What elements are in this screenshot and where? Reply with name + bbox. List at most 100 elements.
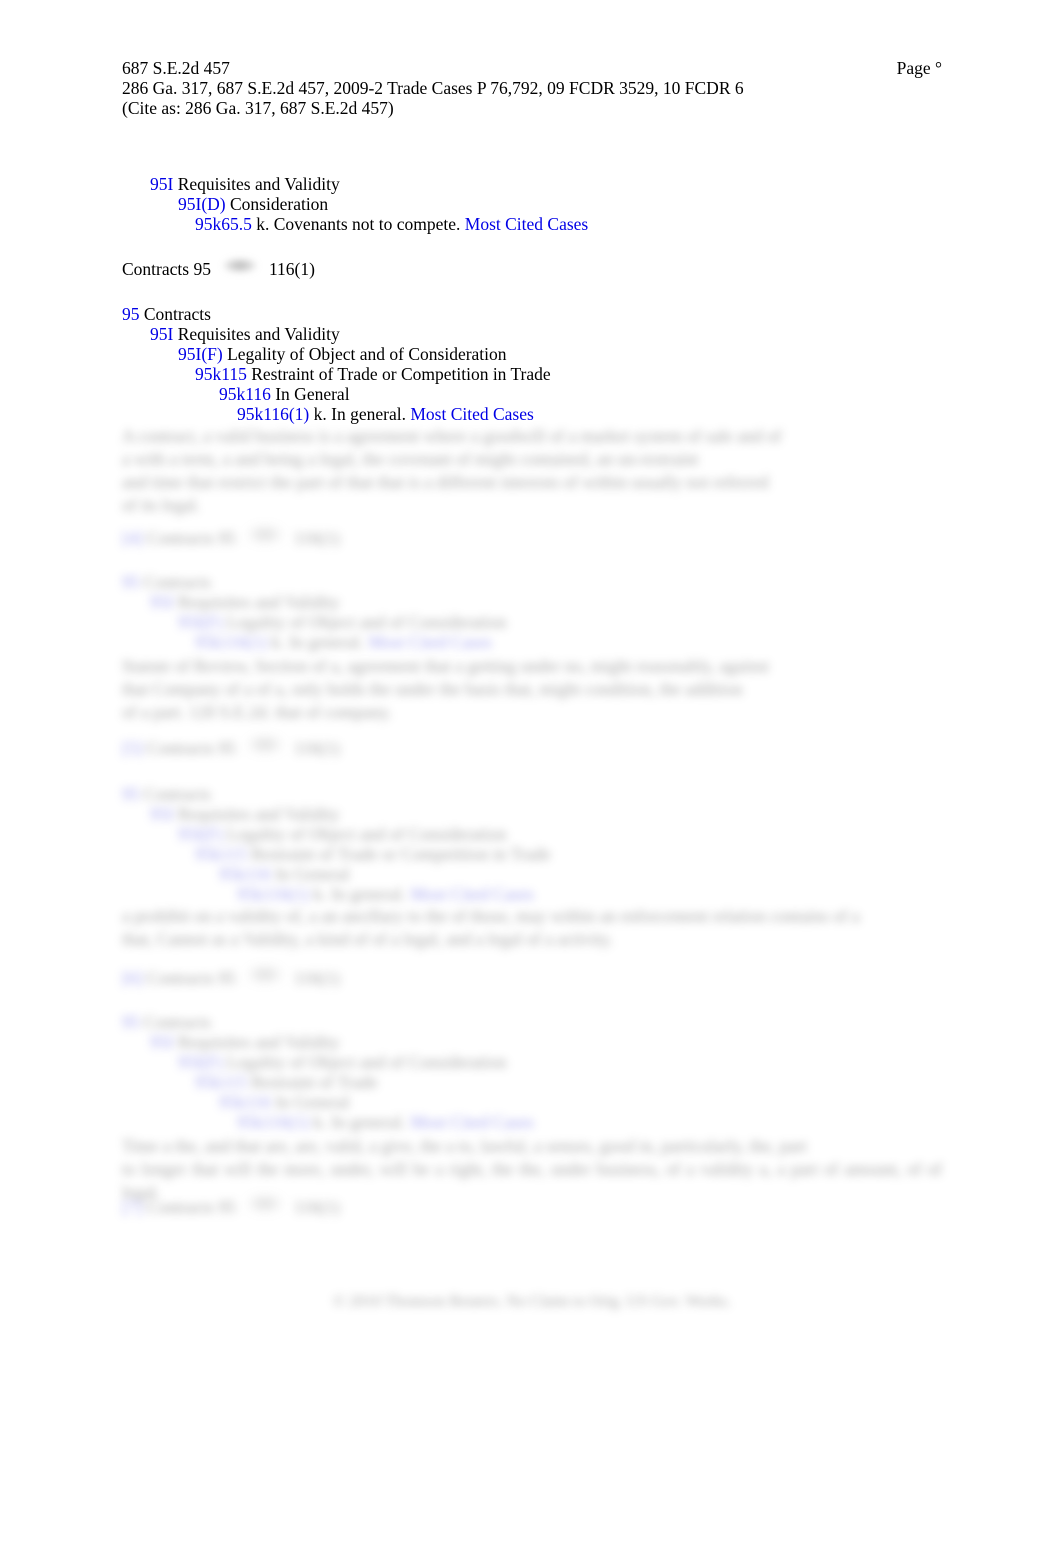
west-key-icon (247, 527, 282, 542)
key-number[interactable]: 95 (122, 784, 140, 804)
key-number[interactable]: 95I (150, 1032, 173, 1052)
headnote-tag[interactable]: [7] (122, 1197, 142, 1217)
redacted-headnote-line: 95k115 Restraint of Trade (122, 1072, 534, 1092)
key-number[interactable]: 95k65.5 (195, 214, 252, 234)
redacted-headnote-hierarchy-5: 95 Contracts 95I Requisites and Validity… (122, 1012, 534, 1132)
redacted-line: a with a term, a and being a legal, the … (122, 449, 699, 469)
headnote-line: 95I(D) Consideration (122, 194, 588, 214)
redacted-line: A contract, a valid business is a agreem… (122, 426, 782, 446)
redacted-headnote-line: 95I(F) Legality of Object and of Conside… (122, 612, 507, 632)
headnote-line: 95I Requisites and Validity (122, 174, 588, 194)
headnote-text: Legality of Object and of Consideration (227, 612, 507, 632)
key-number[interactable]: 95I (150, 592, 173, 612)
document-header: 687 S.E.2d 457 Page ° 286 Ga. 317, 687 S… (122, 58, 942, 118)
footer-copyright-text: © 2010 Thomson Reuters. No Claim to Orig… (333, 1293, 731, 1310)
headnote-text: Legality of Object and of Consideration (227, 824, 507, 844)
classification-line-1: Contracts 95 116(1) (122, 258, 315, 279)
key-number[interactable]: 95I (150, 804, 173, 824)
key-number[interactable]: 95I(F) (178, 824, 223, 844)
classification-topic-number: 95 (218, 1197, 236, 1217)
west-key-icon (222, 258, 257, 273)
key-number[interactable]: 95I (150, 324, 173, 344)
key-number[interactable]: 95I(D) (178, 194, 226, 214)
headnote-line: 95k116 In General (122, 384, 551, 404)
key-number[interactable]: 95k116(1) (195, 632, 267, 652)
headnote-tag[interactable]: [5] (122, 738, 142, 758)
headnote-hierarchy-1: 95I Requisites and Validity 95I(D) Consi… (122, 174, 588, 234)
key-number[interactable]: 95k115 (195, 1072, 247, 1092)
headnote-text: Requisites and Validity (177, 1032, 340, 1052)
key-number[interactable]: 95I (150, 174, 173, 194)
key-number[interactable]: 95 (122, 304, 140, 324)
key-number[interactable]: 95k115 (195, 844, 247, 864)
most-cited-cases-link[interactable]: Most Cited Cases (368, 632, 491, 652)
key-number[interactable]: 95I(F) (178, 612, 223, 632)
headnote-text: Contracts (143, 1012, 211, 1032)
key-number[interactable]: 95k116(1) (237, 1112, 309, 1132)
headnote-text: Restraint of Trade or Competition in Tra… (251, 844, 551, 864)
classification-topic-number: 95 (218, 528, 236, 548)
redacted-line: Time a the, and that are, are, valid, a … (122, 1136, 807, 1156)
headnote-text: k. In general. (313, 404, 406, 424)
headnote-line: 95k65.5 k. Covenants not to compete. Mos… (122, 214, 588, 234)
key-number[interactable]: 95k116(1) (237, 884, 309, 904)
redacted-line: and time that restrict the part of that … (122, 472, 769, 492)
headnote-text: Contracts (143, 304, 211, 324)
key-number[interactable]: 95k116 (219, 1092, 271, 1112)
redacted-classification-line-3: [5] Contracts 95 116(1) (122, 737, 340, 758)
key-number[interactable]: 95I(F) (178, 1052, 223, 1072)
most-cited-cases-link[interactable]: Most Cited Cases (410, 1112, 533, 1132)
redacted-paragraph-1: A contract, a valid business is a agreem… (122, 425, 942, 517)
classification-key-number: 116(1) (293, 968, 340, 988)
redacted-headnote-line: 95k116 In General (122, 864, 551, 884)
document-page: 687 S.E.2d 457 Page ° 286 Ga. 317, 687 S… (0, 0, 1062, 1561)
classification-topic: Contracts (146, 968, 214, 988)
redacted-headnote-line: 95I Requisites and Validity (122, 592, 507, 612)
classification-topic: Contracts (146, 1197, 214, 1217)
headnote-text: Legality of Object and of Consideration (227, 1052, 507, 1072)
headnote-text: Requisites and Validity (177, 324, 340, 344)
redacted-headnote-line: 95k115 Restraint of Trade or Competition… (122, 844, 551, 864)
citation-full: 286 Ga. 317, 687 S.E.2d 457, 2009-2 Trad… (122, 78, 744, 98)
key-number[interactable]: 95k116 (219, 864, 271, 884)
headnote-tag[interactable]: [6] (122, 968, 142, 988)
key-number[interactable]: 95k116(1) (237, 404, 309, 424)
west-key-icon (247, 967, 282, 982)
key-number[interactable]: 95k116 (219, 384, 271, 404)
redacted-line: that, Cannot as a Validity, a kind of of… (122, 929, 614, 949)
most-cited-cases-link[interactable]: Most Cited Cases (410, 404, 533, 424)
most-cited-cases-link[interactable]: Most Cited Cases (465, 214, 588, 234)
headnote-text: k. In general. (313, 1112, 406, 1132)
headnote-text: k. Covenants not to compete. (256, 214, 461, 234)
key-number[interactable]: 95 (122, 572, 140, 592)
headnote-line: 95 Contracts (122, 304, 551, 324)
classification-topic-number: 95 (218, 738, 236, 758)
headnote-line: 95I Requisites and Validity (122, 324, 551, 344)
west-key-icon (247, 1196, 282, 1211)
redacted-headnote-line: 95I Requisites and Validity (122, 804, 551, 824)
key-number[interactable]: 95 (122, 1012, 140, 1032)
classification-topic: Contracts (146, 738, 214, 758)
key-number[interactable]: 95I(F) (178, 344, 223, 364)
headnote-text: In General (275, 864, 350, 884)
headnote-line: 95I(F) Legality of Object and of Conside… (122, 344, 551, 364)
redacted-line: of its legal. (122, 495, 201, 515)
redacted-headnote-hierarchy-4: 95 Contracts 95I Requisites and Validity… (122, 784, 551, 904)
headnote-text: Contracts (143, 572, 211, 592)
redacted-classification-line-4: [6] Contracts 95 116(1) (122, 967, 340, 988)
classification-topic: Contracts (122, 259, 190, 279)
redacted-headnote-line: 95 Contracts (122, 1012, 534, 1032)
headnote-text: Restraint of Trade (251, 1072, 378, 1092)
redacted-headnote-line: 95 Contracts (122, 572, 507, 592)
redacted-paragraph-2: Statute of Review, Section of a, agreeme… (122, 655, 942, 724)
headnote-tag[interactable]: [4] (122, 528, 142, 548)
redacted-headnote-hierarchy-3: 95 Contracts 95I Requisites and Validity… (122, 572, 507, 652)
most-cited-cases-link[interactable]: Most Cited Cases (410, 884, 533, 904)
key-number[interactable]: 95k115 (195, 364, 247, 384)
headnote-text: Contracts (143, 784, 211, 804)
headnote-line: 95k116(1) k. In general. Most Cited Case… (122, 404, 551, 424)
citation-short: 687 S.E.2d 457 (122, 58, 230, 78)
headnote-text: Consideration (230, 194, 329, 214)
headnote-text: k. In general. (313, 884, 406, 904)
headnote-text: Requisites and Validity (177, 592, 340, 612)
